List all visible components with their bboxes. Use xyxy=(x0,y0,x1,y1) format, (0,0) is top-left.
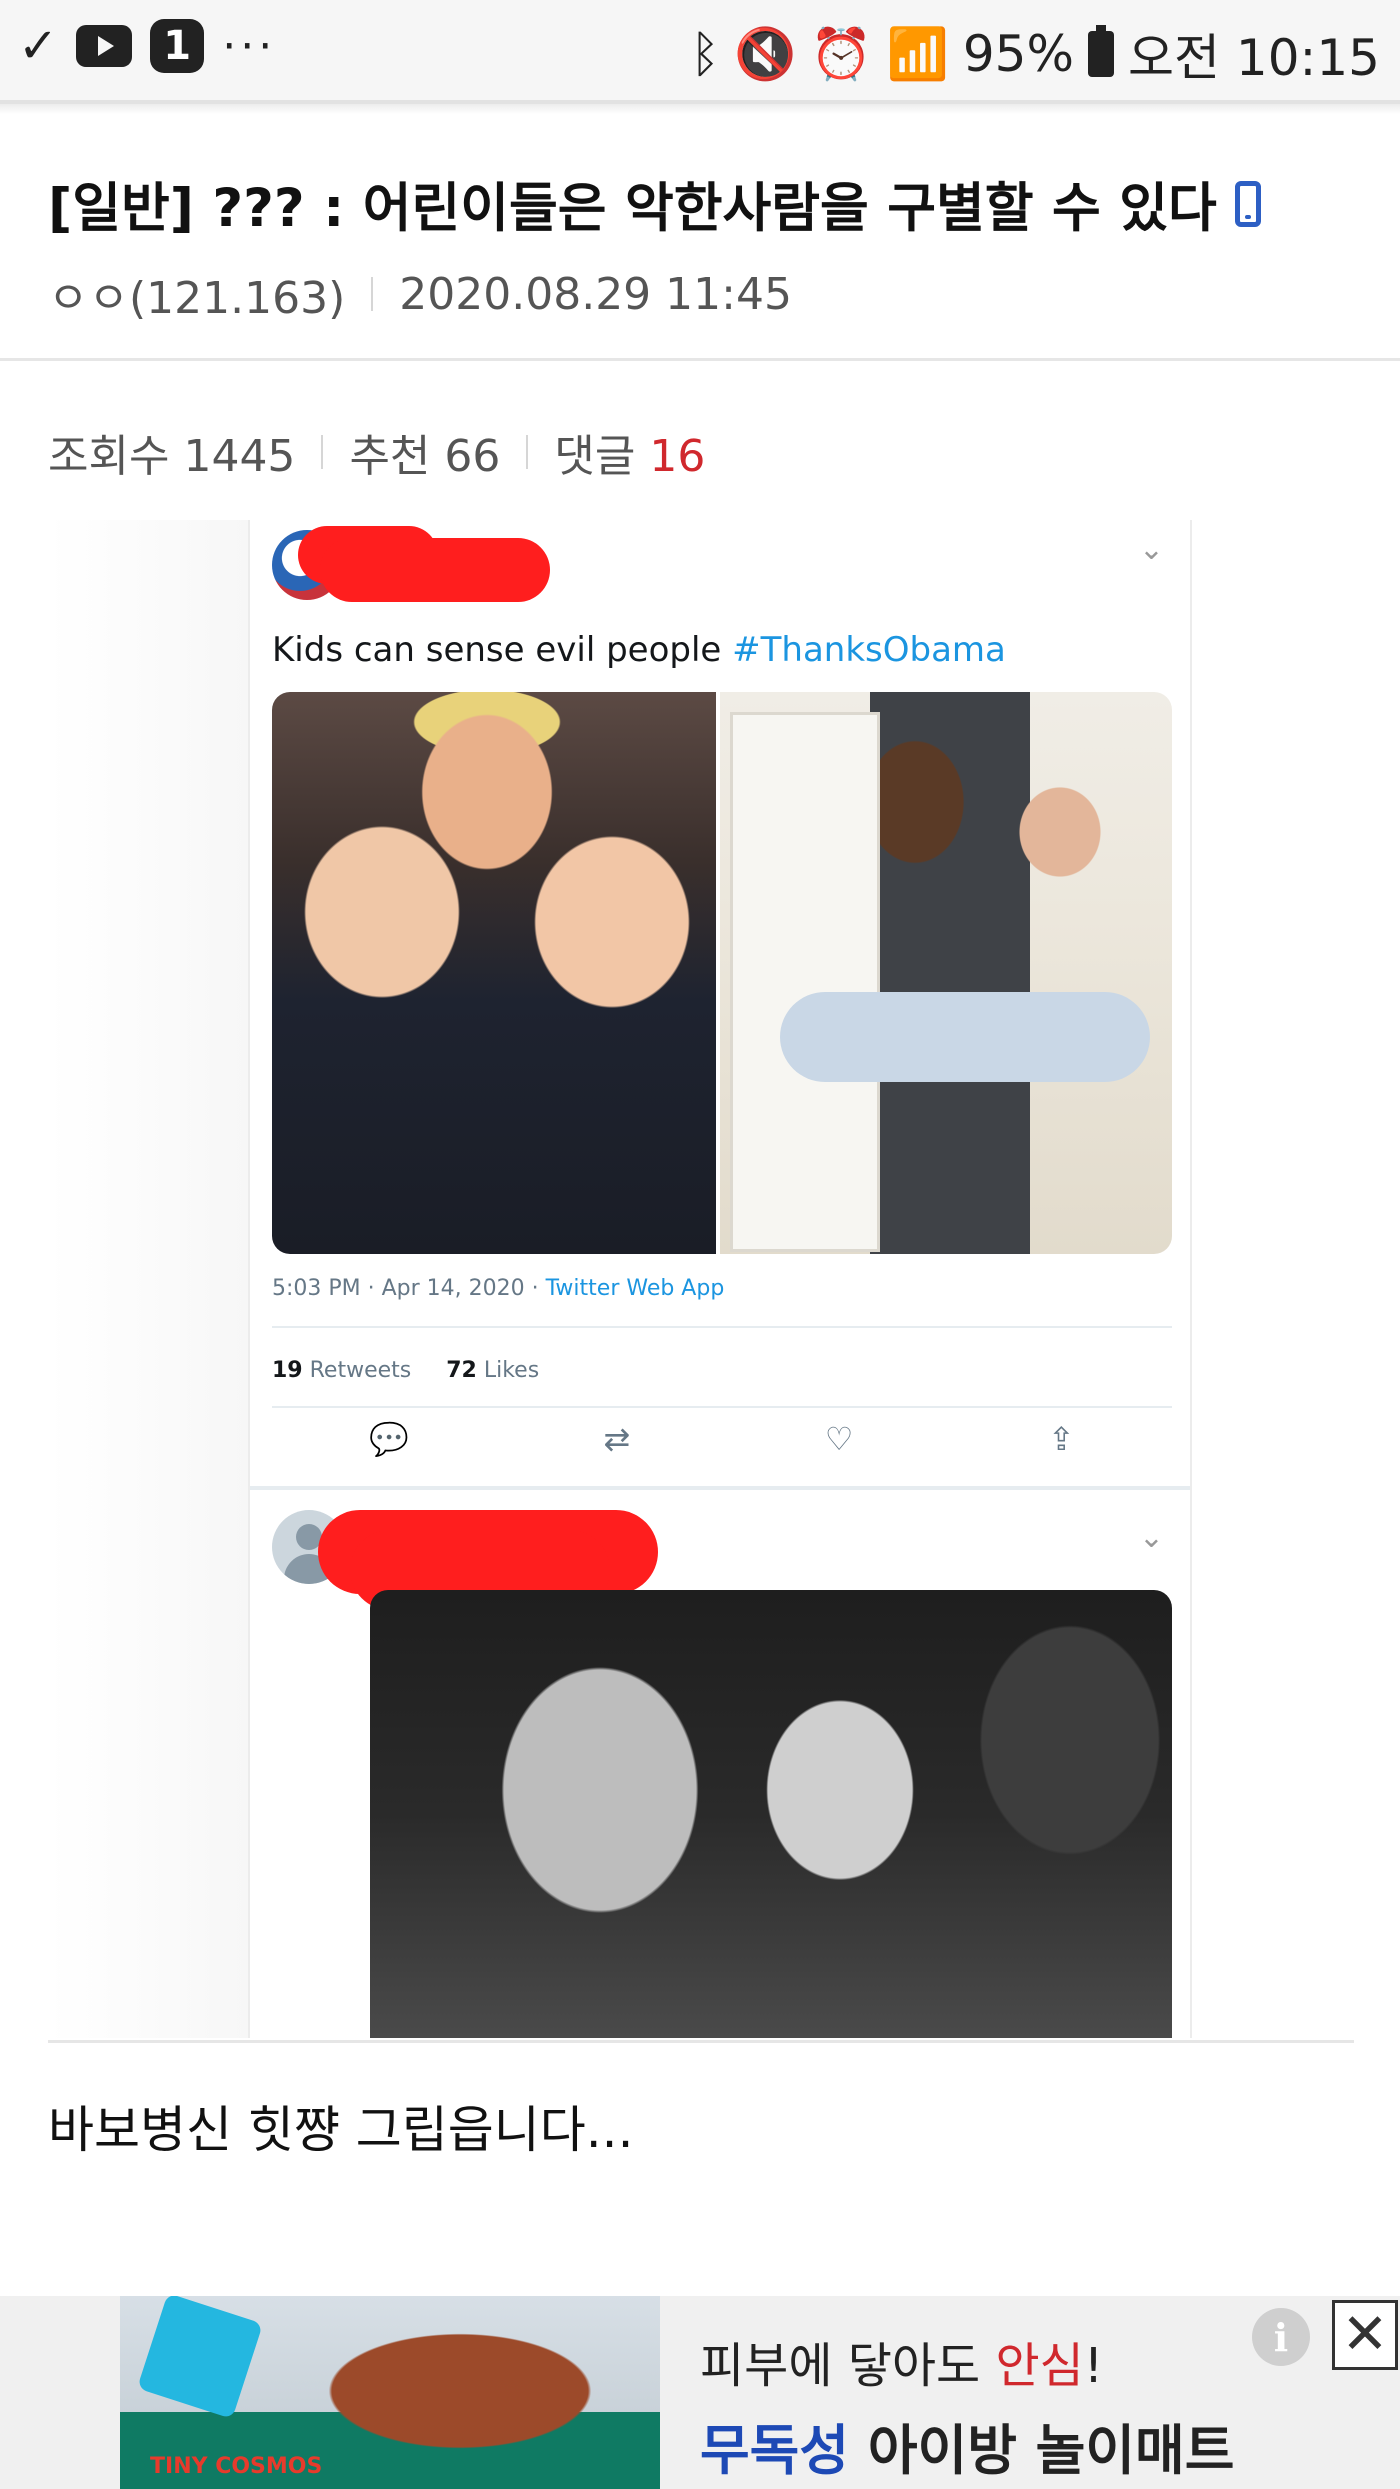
reply-icon: 💬 xyxy=(369,1420,410,1458)
mobile-post-icon xyxy=(1234,181,1261,227)
tweet-menu-chevron-icon: ⌄ xyxy=(1138,1520,1164,1555)
meta-separator xyxy=(371,277,374,311)
header-divider xyxy=(0,358,1400,361)
ad-image[interactable]: TINY COSMOS xyxy=(120,2296,660,2489)
youtube-icon xyxy=(76,25,133,67)
battery-percent: 95% xyxy=(962,25,1074,83)
like-icon: ♡ xyxy=(824,1420,854,1458)
embedded-tweet-image[interactable]: ⌄ Kids can sense evil people #ThanksObam… xyxy=(248,520,1192,2038)
tweet-actions: 💬 ⇄ ♡ ⇪ xyxy=(272,1420,1172,1458)
clock: 오전 10:15 xyxy=(1128,29,1380,87)
content-divider xyxy=(48,2040,1354,2043)
tweet-menu-chevron-icon: ⌄ xyxy=(1138,532,1164,567)
alarm-icon: ⏰ xyxy=(810,24,873,83)
ad-close-button[interactable]: ✕ xyxy=(1332,2300,1398,2370)
tweet-photo-left xyxy=(272,692,716,1254)
bluetooth-icon: ᛒ xyxy=(690,25,721,83)
comments-count[interactable]: 댓글 16 xyxy=(554,420,705,484)
tweet-text: Kids can sense evil people #ThanksObama xyxy=(272,630,1006,670)
views-count: 조회수 1445 xyxy=(48,431,296,482)
tweet-separator xyxy=(250,1486,1190,1490)
photo-door xyxy=(730,712,880,1252)
post-title-text: [일반] ??? : 어린이들은 악한사람을 구별할 수 있다 xyxy=(48,178,1217,239)
post-body: 바보병신 힛쨩 그립읍니다... xyxy=(48,2101,634,2159)
photo-babies xyxy=(780,992,1150,1082)
tweet-divider xyxy=(272,1406,1172,1408)
tweet-photo-right xyxy=(720,692,1172,1254)
post-title: [일반] ??? : 어린이들은 악한사람을 구별할 수 있다 xyxy=(48,166,1261,242)
stats-separator xyxy=(321,435,324,469)
mute-icon: 🔇 xyxy=(734,24,797,83)
download-done-icon: ✓ xyxy=(18,18,59,74)
ad-text[interactable]: 피부에 닿아도 안심! 무독성 아이방 놀이매트 xyxy=(700,2326,1234,2485)
ad-headline: 피부에 닿아도 안심! xyxy=(700,2338,1104,2394)
tweet-counts: 19 Retweets 72 Likes xyxy=(272,1358,540,1383)
more-notifications-icon: ··· xyxy=(222,20,277,72)
post-meta: ㅇㅇ(121.163) 2020.08.29 11:45 xyxy=(48,262,792,326)
retweet-icon: ⇄ xyxy=(603,1420,631,1458)
wifi-icon: 📶 xyxy=(886,24,949,83)
ad-brand: TINY COSMOS xyxy=(150,2454,323,2479)
header-shadow xyxy=(0,100,1400,114)
ad-subheadline: 무독성 아이방 놀이매트 xyxy=(700,2419,1235,2482)
redacted-username xyxy=(320,538,550,602)
reply-photo xyxy=(370,1590,1172,2038)
post-stats: 조회수 1445 추천 66 댓글 16 xyxy=(48,420,705,484)
ad-toy-cube xyxy=(136,2296,264,2420)
recommend-count: 추천 66 xyxy=(349,431,501,482)
stats-separator xyxy=(526,435,529,469)
post-author[interactable]: ㅇㅇ(121.163) xyxy=(48,262,345,326)
notification-count-badge: 1 xyxy=(150,19,205,73)
tweet-divider xyxy=(272,1326,1172,1328)
status-bar: ✓ 1 ··· ᛒ 🔇 ⏰ 📶 95% 오전 10:15 xyxy=(0,0,1400,100)
tweet-hashtag: #ThanksObama xyxy=(732,630,1006,670)
share-icon: ⇪ xyxy=(1047,1420,1075,1458)
image-shade xyxy=(48,520,248,2038)
ad-banner[interactable]: TINY COSMOS 피부에 닿아도 안심! 무독성 아이방 놀이매트 i xyxy=(0,2296,1400,2489)
battery-icon xyxy=(1088,25,1114,77)
ad-info-icon[interactable]: i xyxy=(1252,2308,1310,2366)
tweet-timestamp: 5:03 PM · Apr 14, 2020 · Twitter Web App xyxy=(272,1276,725,1301)
post-date: 2020.08.29 11:45 xyxy=(399,268,792,320)
